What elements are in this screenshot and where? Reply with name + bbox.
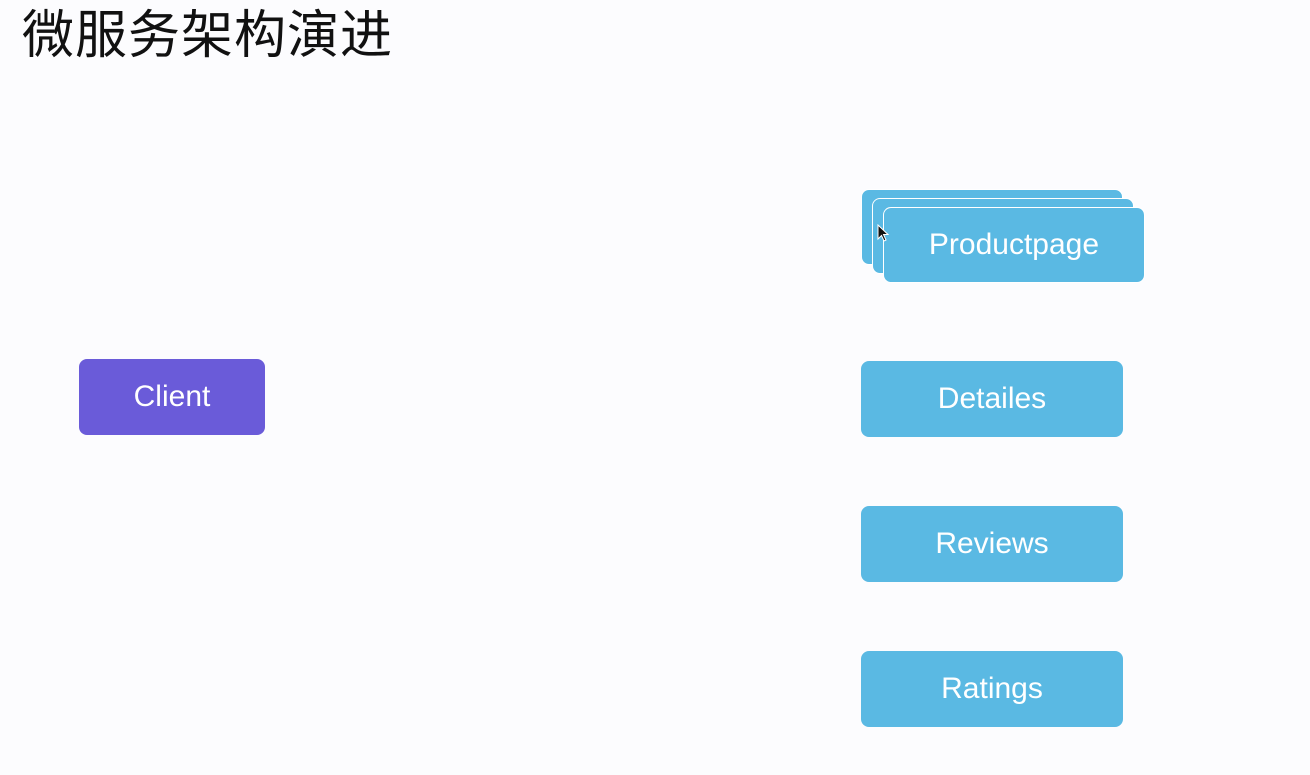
details-box: Detailes [861,361,1123,437]
slide-title: 微服务架构演进 [22,6,394,66]
client-box: Client [79,359,265,435]
productpage-label: Productpage [928,228,1100,261]
ratings-label: Ratings [941,672,1043,705]
reviews-label: Reviews [935,527,1049,560]
details-label: Detailes [937,382,1047,415]
productpage-box: Productpage [883,207,1145,283]
mouse-pointer-icon [877,224,889,242]
client-label: Client [133,380,211,413]
reviews-box: Reviews [861,506,1123,582]
ratings-box: Ratings [861,651,1123,727]
